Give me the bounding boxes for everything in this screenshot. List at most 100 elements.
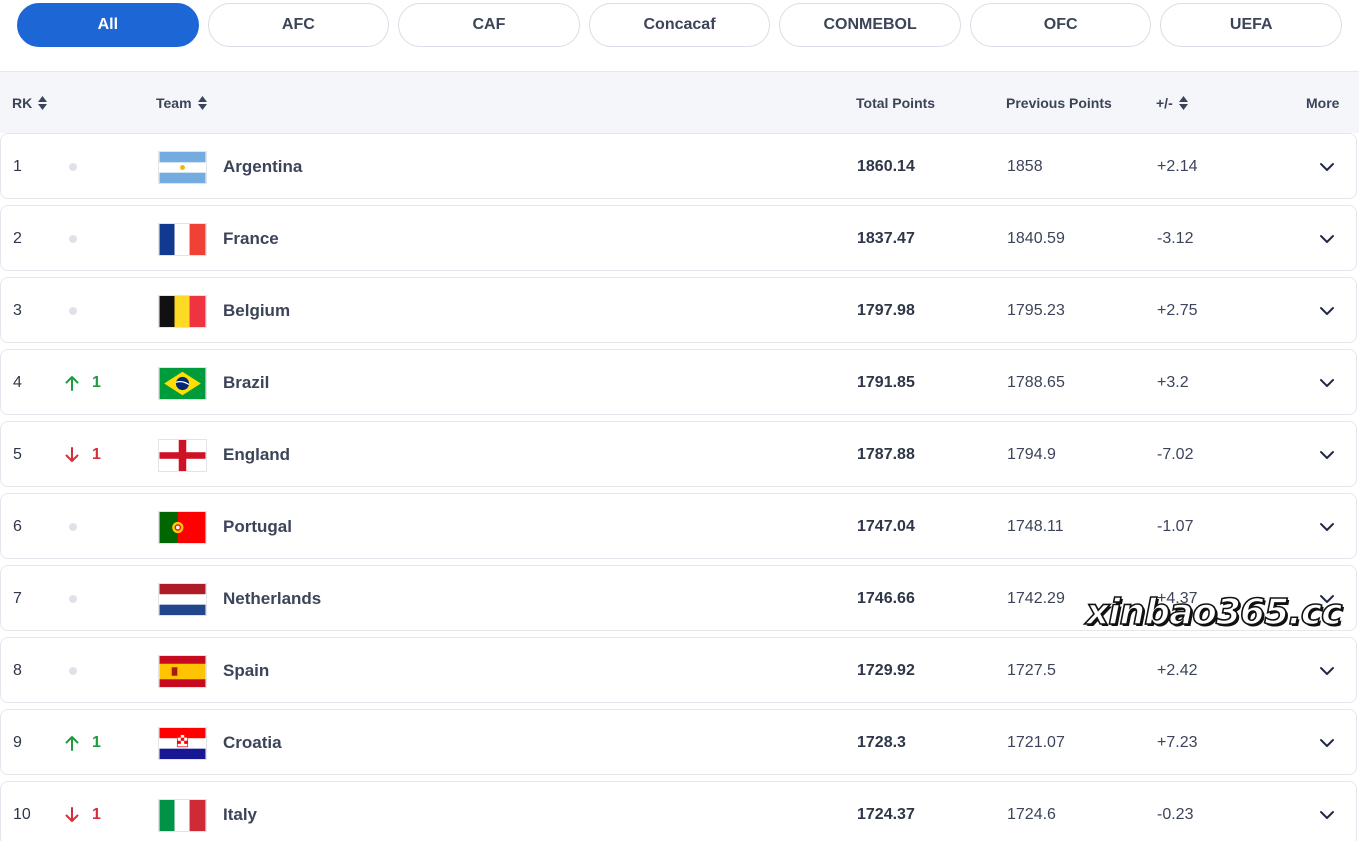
team-name[interactable]: Portugal xyxy=(223,494,292,560)
points-diff: +7.23 xyxy=(1157,734,1198,751)
tab-afc[interactable]: AFC xyxy=(207,3,390,47)
previous-points: 1742.29 xyxy=(1007,590,1065,607)
total-points: 1747.04 xyxy=(857,518,915,535)
movement-value: 1 xyxy=(92,734,101,751)
table-row[interactable]: 2 France 1837.47 1840.59 -3.12 xyxy=(0,205,1357,271)
rank-cell: 5 xyxy=(13,446,22,463)
tab-all[interactable]: All xyxy=(17,3,199,47)
previous-points: 1788.65 xyxy=(1007,374,1065,391)
total-points: 1787.88 xyxy=(857,446,915,463)
points-diff: +2.14 xyxy=(1157,158,1198,175)
rank-cell: 4 xyxy=(13,374,22,391)
diff-header-label: +/- xyxy=(1156,95,1173,111)
rank-header-label: RK xyxy=(12,95,33,111)
rank-movement: 1 xyxy=(65,710,101,776)
no-change-dot-icon xyxy=(69,235,77,243)
team-name[interactable]: Argentina xyxy=(223,134,302,200)
rank-cell: 8 xyxy=(13,662,22,679)
chevron-down-icon[interactable] xyxy=(1317,782,1337,841)
tab-ofc[interactable]: OFC xyxy=(969,3,1152,47)
tab-concacaf[interactable]: Concacaf xyxy=(588,3,771,47)
rank-movement xyxy=(65,134,77,200)
diff-column-header[interactable]: +/- xyxy=(1156,72,1188,134)
previous-points: 1724.6 xyxy=(1007,806,1056,823)
chevron-down-icon[interactable] xyxy=(1317,278,1337,344)
previous-points: 1795.23 xyxy=(1007,302,1065,319)
no-change-dot-icon xyxy=(69,523,77,531)
total-points: 1860.14 xyxy=(857,158,915,175)
table-row[interactable]: 1 Argentina 1860.14 1858 +2.14 xyxy=(0,133,1357,199)
table-row[interactable]: 10 1 Italy 1724.37 1724.6 -0.23 xyxy=(0,781,1357,841)
points-diff: -3.12 xyxy=(1157,230,1194,247)
no-change-dot-icon xyxy=(69,163,77,171)
rank-cell: 3 xyxy=(13,302,22,319)
no-change-dot-icon xyxy=(69,595,77,603)
table-row[interactable]: 6 Portugal 1747.04 1748.11 -1.07 xyxy=(0,493,1357,559)
rank-cell: 1 xyxy=(13,158,22,175)
team-name[interactable]: Brazil xyxy=(223,350,269,416)
chevron-down-icon[interactable] xyxy=(1317,206,1337,272)
table-row[interactable]: 3 Belgium 1797.98 1795.23 +2.75 xyxy=(0,277,1357,343)
total-points: 1837.47 xyxy=(857,230,915,247)
team-name[interactable]: England xyxy=(223,422,290,488)
team-name[interactable]: Croatia xyxy=(223,710,282,776)
flag-spain-icon xyxy=(158,638,207,704)
team-name[interactable]: France xyxy=(223,206,279,272)
points-diff: -0.23 xyxy=(1157,806,1194,823)
total-points: 1728.3 xyxy=(857,734,906,751)
flag-brazil-icon xyxy=(158,350,207,416)
team-column-header[interactable]: Team xyxy=(156,72,207,134)
tab-caf[interactable]: CAF xyxy=(398,3,580,47)
table-row[interactable]: 8 Spain 1729.92 1727.5 +2.42 xyxy=(0,637,1357,703)
sort-arrows-icon[interactable] xyxy=(1178,96,1188,110)
points-diff: -1.07 xyxy=(1157,518,1194,535)
chevron-down-icon[interactable] xyxy=(1317,710,1337,776)
table-row[interactable]: 4 1 Brazil 1791.85 1788.65 +3.2 xyxy=(0,349,1357,415)
chevron-down-icon[interactable] xyxy=(1317,422,1337,488)
arrow-up-icon xyxy=(65,736,79,751)
sort-arrows-icon[interactable] xyxy=(38,96,48,110)
flag-portugal-icon xyxy=(158,494,207,560)
team-name[interactable]: Spain xyxy=(223,638,269,704)
flag-croatia-icon xyxy=(158,710,207,776)
points-diff: +2.75 xyxy=(1157,302,1198,319)
team-name[interactable]: Belgium xyxy=(223,278,290,344)
confederation-tabs: All AFC CAF Concacaf CONMEBOL OFC UEFA xyxy=(17,3,1343,47)
flag-belgium-icon xyxy=(158,278,207,344)
movement-value: 1 xyxy=(92,374,101,391)
watermark-text: xinbao365.cc xyxy=(1085,591,1343,634)
rank-movement xyxy=(65,206,77,272)
flag-italy-icon xyxy=(158,782,207,841)
flag-argentina-icon xyxy=(158,134,207,200)
tab-uefa[interactable]: UEFA xyxy=(1160,3,1343,47)
previous-points: 1727.5 xyxy=(1007,662,1056,679)
flag-england-icon xyxy=(158,422,207,488)
table-row[interactable]: 9 1 Croatia 1728.3 1721.07 +7.23 xyxy=(0,709,1357,775)
ranking-table-header: RK Team Total Points Previous Points +/-… xyxy=(0,71,1359,133)
previous-points-column-header: Previous Points xyxy=(1006,95,1112,111)
chevron-down-icon[interactable] xyxy=(1317,350,1337,416)
arrow-down-icon xyxy=(65,807,79,822)
rank-cell: 6 xyxy=(13,518,22,535)
sort-arrows-icon[interactable] xyxy=(197,96,207,110)
no-change-dot-icon xyxy=(69,667,77,675)
movement-value: 1 xyxy=(92,806,101,823)
chevron-down-icon[interactable] xyxy=(1317,638,1337,704)
chevron-down-icon[interactable] xyxy=(1317,134,1337,200)
rank-cell: 2 xyxy=(13,230,22,247)
rank-cell: 7 xyxy=(13,590,22,607)
previous-points: 1748.11 xyxy=(1007,518,1064,535)
rank-column-header[interactable]: RK xyxy=(12,72,48,134)
total-points: 1729.92 xyxy=(857,662,915,679)
table-row[interactable]: 5 1 England 1787.88 1794.9 -7.02 xyxy=(0,421,1357,487)
total-points: 1746.66 xyxy=(857,590,915,607)
tab-conmebol[interactable]: CONMEBOL xyxy=(779,3,961,47)
flag-netherlands-icon xyxy=(158,566,207,632)
team-name[interactable]: Italy xyxy=(223,782,257,841)
total-points-column-header: Total Points xyxy=(856,95,936,111)
flag-france-icon xyxy=(158,206,207,272)
team-name[interactable]: Netherlands xyxy=(223,566,321,632)
previous-points: 1721.07 xyxy=(1007,734,1065,751)
team-header-label: Team xyxy=(156,95,192,111)
chevron-down-icon[interactable] xyxy=(1317,494,1337,560)
